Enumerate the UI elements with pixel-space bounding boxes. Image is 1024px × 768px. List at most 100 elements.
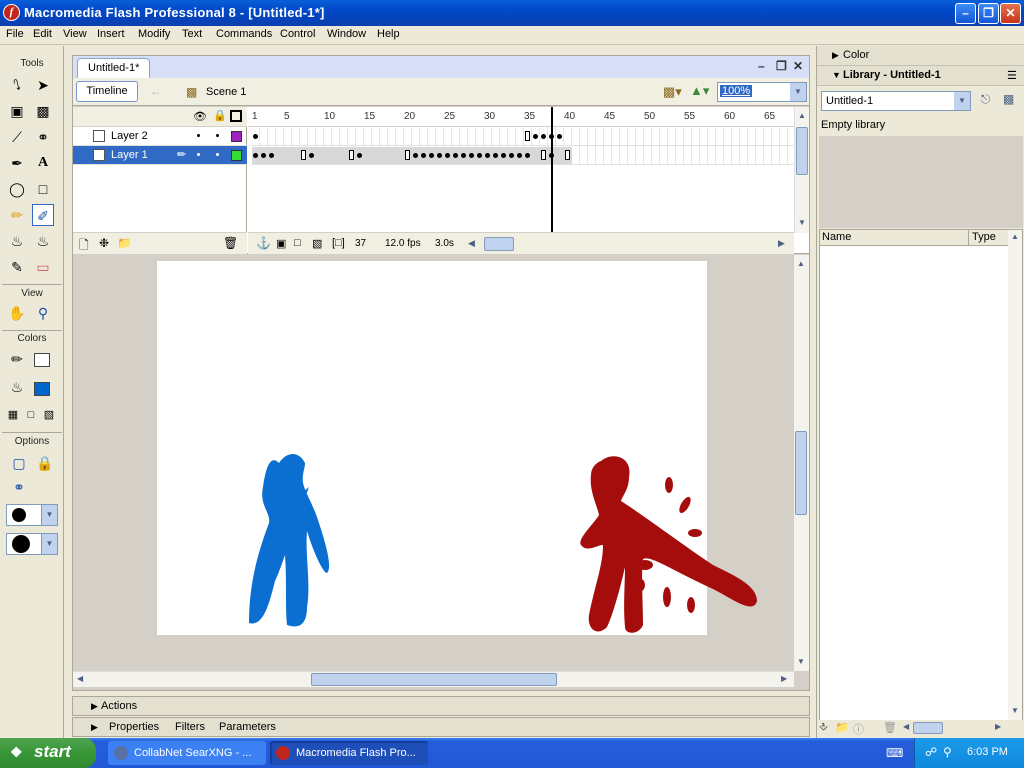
new-folder-icon[interactable]: 📁: [835, 721, 849, 734]
lock-fill-icon[interactable]: 🔒: [34, 452, 56, 474]
menu-control[interactable]: Control: [280, 28, 315, 40]
keyframe[interactable]: [501, 153, 506, 158]
eraser-tool-icon[interactable]: ▭: [32, 256, 54, 278]
scroll-thumb[interactable]: [795, 431, 807, 515]
menu-edit[interactable]: Edit: [33, 28, 52, 40]
actions-panel-bar[interactable]: ▶ Actions: [72, 696, 810, 716]
zoom-tool-icon[interactable]: ⚲: [32, 302, 54, 324]
onion-markers-icon[interactable]: [□]: [332, 237, 345, 249]
scroll-down-icon[interactable]: ▼: [797, 657, 805, 666]
free-transform-tool-icon[interactable]: ▣: [6, 100, 28, 122]
menu-file[interactable]: File: [6, 28, 24, 40]
edit-scene-icon[interactable]: ▩▾: [663, 84, 682, 100]
library-panel-header[interactable]: ▼ Library - Untitled-1 ☰: [817, 66, 1024, 86]
lock-dot[interactable]: [216, 153, 219, 156]
pencil-tool-icon[interactable]: ✏: [6, 204, 28, 226]
insert-layer-icon[interactable]: 🗋: [79, 236, 89, 257]
keyframe[interactable]: [493, 153, 498, 158]
scroll-thumb[interactable]: [913, 722, 943, 734]
keyframe[interactable]: [469, 153, 474, 158]
scroll-right-icon[interactable]: ▶: [778, 238, 785, 249]
rectangle-tool-icon[interactable]: □: [32, 178, 54, 200]
menu-window[interactable]: Window: [327, 28, 366, 40]
layer-outline-color[interactable]: [231, 150, 242, 161]
ink-bottle-tool-icon[interactable]: ♨: [6, 230, 28, 252]
keyframe[interactable]: [253, 153, 258, 158]
library-vscroll[interactable]: ▲ ▼: [1008, 230, 1022, 720]
edit-multiple-icon[interactable]: ▧: [312, 237, 322, 250]
lasso-tool-icon[interactable]: ⚭: [32, 126, 54, 148]
scroll-left-icon[interactable]: ◀: [468, 238, 475, 249]
new-symbol-icon[interactable]: ⎀: [819, 721, 828, 734]
layer-row-layer-1[interactable]: Layer 1 ✏: [73, 146, 247, 165]
new-library-panel-icon[interactable]: ▩: [1003, 92, 1014, 106]
brush-mode-icon[interactable]: ⚭: [8, 476, 30, 498]
scroll-up-icon[interactable]: ▲: [1011, 232, 1019, 241]
keyframe[interactable]: [413, 153, 418, 158]
panel-menu-icon[interactable]: ☰: [1007, 69, 1017, 82]
menu-modify[interactable]: Modify: [138, 28, 170, 40]
scroll-up-icon[interactable]: ▲: [797, 259, 805, 268]
network-icon[interactable]: ☍: [925, 745, 937, 759]
keyframe[interactable]: [477, 153, 482, 158]
keyframe[interactable]: [541, 134, 546, 139]
keyframe[interactable]: [533, 134, 538, 139]
taskbar-item-browser[interactable]: CollabNet SearXNG - ...: [108, 741, 266, 765]
eyedropper-tool-icon[interactable]: ✎: [6, 256, 28, 278]
center-frame-icon[interactable]: ⚓: [256, 236, 271, 250]
insert-folder-icon[interactable]: 📁: [117, 236, 132, 250]
stroke-color-icon[interactable]: ✏: [6, 348, 28, 370]
library-document-select[interactable]: Untitled-1 ▼: [821, 91, 971, 111]
keyframe[interactable]: [357, 153, 362, 158]
stroke-color-swatch[interactable]: [34, 353, 50, 367]
scroll-up-icon[interactable]: ▲: [798, 111, 806, 120]
pen-tool-icon[interactable]: ✒: [6, 152, 28, 174]
properties-icon[interactable]: ⓘ: [853, 721, 864, 737]
stage-hscroll[interactable]: ◀ ▶: [73, 671, 794, 687]
scroll-thumb[interactable]: [311, 673, 557, 686]
frame-row-layer-1[interactable]: [252, 146, 794, 165]
visibility-dot[interactable]: [197, 153, 200, 156]
onion-skin-icon[interactable]: ▣: [276, 237, 286, 250]
arrow-tool-icon[interactable]: ⭛: [6, 74, 28, 96]
brush-shape-select[interactable]: ▼: [6, 533, 58, 555]
lock-dot[interactable]: [216, 134, 219, 137]
add-guide-layer-icon[interactable]: ❉: [99, 236, 109, 250]
frame-ruler[interactable]: 1 5 10 15 20 25 30 35 40 45 50 55 60 65: [248, 107, 794, 127]
document-tab[interactable]: Untitled-1*: [77, 58, 151, 78]
red-stick-figure[interactable]: [580, 456, 757, 633]
blank-keyframe[interactable]: [541, 150, 546, 160]
close-button[interactable]: ✕: [1000, 3, 1021, 24]
keyframe[interactable]: [445, 153, 450, 158]
timeline-vscroll[interactable]: ▲ ▼: [794, 107, 809, 233]
object-drawing-icon[interactable]: ▢: [8, 452, 30, 474]
timeline-toggle-button[interactable]: Timeline: [76, 81, 138, 102]
scene-label[interactable]: Scene 1: [206, 86, 246, 98]
pin-library-icon[interactable]: ⎋: [981, 92, 991, 107]
scroll-right-icon[interactable]: ▶: [995, 722, 1001, 731]
delete-layer-icon[interactable]: 🗑: [223, 236, 238, 250]
delete-icon[interactable]: 🗑: [883, 721, 897, 734]
blue-stick-figure[interactable]: [249, 454, 330, 627]
frame-rate[interactable]: 12.0 fps: [382, 236, 424, 252]
scroll-left-icon[interactable]: ◀: [77, 674, 83, 683]
menu-insert[interactable]: Insert: [97, 28, 125, 40]
doc-close-icon[interactable]: ✕: [793, 59, 803, 73]
layer-outline-color[interactable]: [231, 131, 242, 142]
paint-bucket-tool-icon[interactable]: ♨: [32, 230, 54, 252]
outline-icon[interactable]: [230, 110, 242, 122]
blank-keyframe[interactable]: [525, 131, 530, 141]
menu-help[interactable]: Help: [377, 28, 400, 40]
eye-icon[interactable]: 👁: [193, 110, 207, 123]
flash-app-icon[interactable]: f: [3, 4, 20, 21]
column-type[interactable]: Type: [972, 231, 996, 243]
menu-text[interactable]: Text: [182, 28, 202, 40]
zoom-select[interactable]: 100% ▼: [717, 82, 807, 102]
doc-restore-icon[interactable]: ❐: [776, 59, 787, 73]
fill-transform-tool-icon[interactable]: ▩: [32, 100, 54, 122]
timeline-hscroll-thumb[interactable]: [484, 237, 514, 251]
expand-triangle-icon[interactable]: ▶: [91, 722, 98, 733]
menu-view[interactable]: View: [63, 28, 87, 40]
tab-properties[interactable]: Properties: [109, 721, 159, 733]
color-panel-header[interactable]: ▶ Color: [817, 46, 1024, 66]
